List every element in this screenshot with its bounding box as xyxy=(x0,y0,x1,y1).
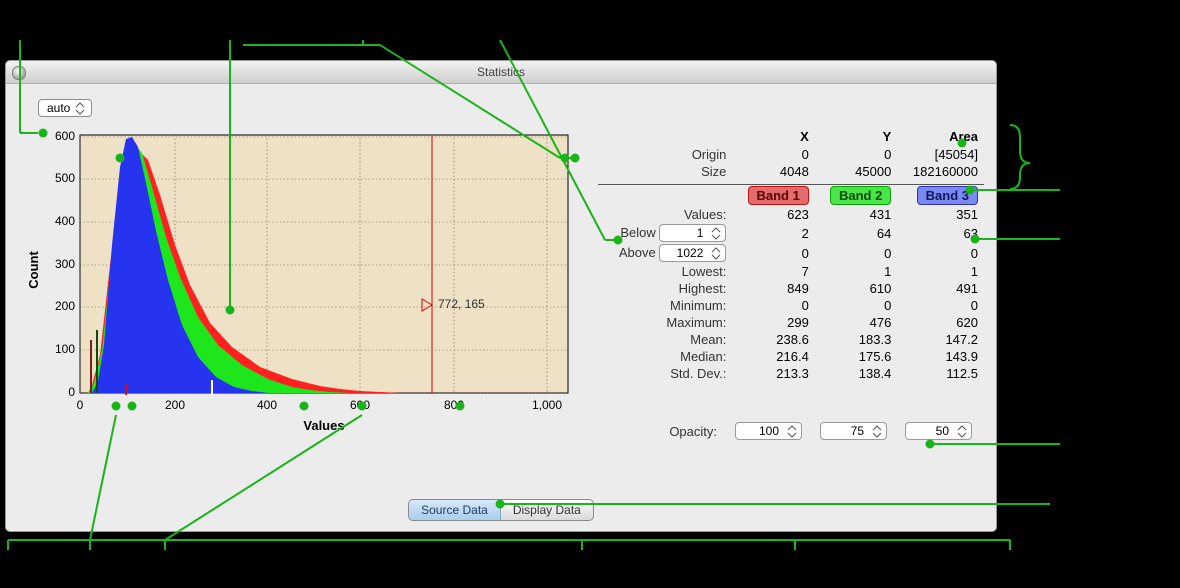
x-axis-label: Values xyxy=(303,418,344,433)
y-axis-label: Count xyxy=(26,251,41,289)
below-stepper[interactable] xyxy=(659,224,726,242)
close-icon[interactable] xyxy=(12,66,26,80)
svg-text:300: 300 xyxy=(55,257,75,271)
row-origin: Origin 0 0 [45054] xyxy=(598,146,984,163)
cursor-readout: 772, 165 xyxy=(438,297,485,311)
below-input[interactable] xyxy=(665,225,705,241)
updown-icon xyxy=(871,424,883,438)
svg-text:100: 100 xyxy=(55,342,75,356)
above-input[interactable] xyxy=(665,245,705,261)
updown-icon xyxy=(786,424,798,438)
svg-text:0: 0 xyxy=(77,398,84,412)
above-stepper[interactable] xyxy=(659,244,726,262)
opacity-row: Opacity: xyxy=(598,422,984,440)
opacity-label: Opacity: xyxy=(669,424,717,439)
window-titlebar[interactable]: Statistics xyxy=(6,61,996,84)
col-y: Y xyxy=(815,127,897,146)
col-area: Area xyxy=(897,127,984,146)
svg-text:400: 400 xyxy=(55,214,75,228)
band-header-3[interactable]: Band 3 xyxy=(917,186,978,205)
row-stddev: Std. Dev.: 213.3 138.4 112.5 xyxy=(598,365,984,382)
svg-text:800: 800 xyxy=(444,398,464,412)
band-header-2[interactable]: Band 2 xyxy=(830,186,891,205)
stats-panel: X Y Area Origin 0 0 [45054] Size 4048 45… xyxy=(598,99,984,440)
opacity-band1-input[interactable] xyxy=(741,423,781,439)
updown-icon xyxy=(710,246,722,260)
row-median: Median: 216.4 175.6 143.9 xyxy=(598,348,984,365)
row-maximum: Maximum: 299 476 620 xyxy=(598,314,984,331)
tab-display-data[interactable]: Display Data xyxy=(501,500,593,520)
row-highest: Highest: 849 610 491 xyxy=(598,280,984,297)
svg-text:600: 600 xyxy=(55,129,75,143)
row-above: Above 0 0 0 xyxy=(598,243,984,263)
updown-icon xyxy=(74,101,86,115)
opacity-band2-stepper[interactable] xyxy=(820,422,887,440)
updown-icon xyxy=(710,226,722,240)
svg-text:1,000: 1,000 xyxy=(532,398,562,412)
updown-icon xyxy=(956,424,968,438)
bin-mode-value: auto xyxy=(47,101,70,115)
row-lowest: Lowest: 7 1 1 xyxy=(598,263,984,280)
opacity-band3-stepper[interactable] xyxy=(905,422,972,440)
svg-text:0: 0 xyxy=(68,385,75,399)
statistics-window: Statistics auto xyxy=(5,60,997,532)
svg-text:400: 400 xyxy=(257,398,277,412)
svg-text:200: 200 xyxy=(55,299,75,313)
band-header-1[interactable]: Band 1 xyxy=(748,186,809,205)
svg-text:500: 500 xyxy=(55,171,75,185)
data-mode-tabs: Source Data Display Data xyxy=(408,499,594,521)
row-bands: Band 1 Band 2 Band 3 xyxy=(598,185,984,207)
svg-text:200: 200 xyxy=(165,398,185,412)
opacity-band1-stepper[interactable] xyxy=(735,422,802,440)
row-size: Size 4048 45000 182160000 xyxy=(598,163,984,180)
row-values: Values: 623 431 351 xyxy=(598,206,984,223)
window-title: Statistics xyxy=(477,65,525,79)
col-x: X xyxy=(732,127,814,146)
row-mean: Mean: 238.6 183.3 147.2 xyxy=(598,331,984,348)
bin-mode-select[interactable]: auto xyxy=(38,99,92,117)
row-minimum: Minimum: 0 0 0 xyxy=(598,297,984,314)
histogram-chart[interactable]: 772, 165 0 100 200 300 400 500 600 xyxy=(20,125,580,435)
row-below: Below 2 64 63 xyxy=(598,223,984,243)
svg-text:600: 600 xyxy=(350,398,370,412)
opacity-band3-input[interactable] xyxy=(911,423,951,439)
opacity-band2-input[interactable] xyxy=(826,423,866,439)
tab-source-data[interactable]: Source Data xyxy=(409,500,501,520)
